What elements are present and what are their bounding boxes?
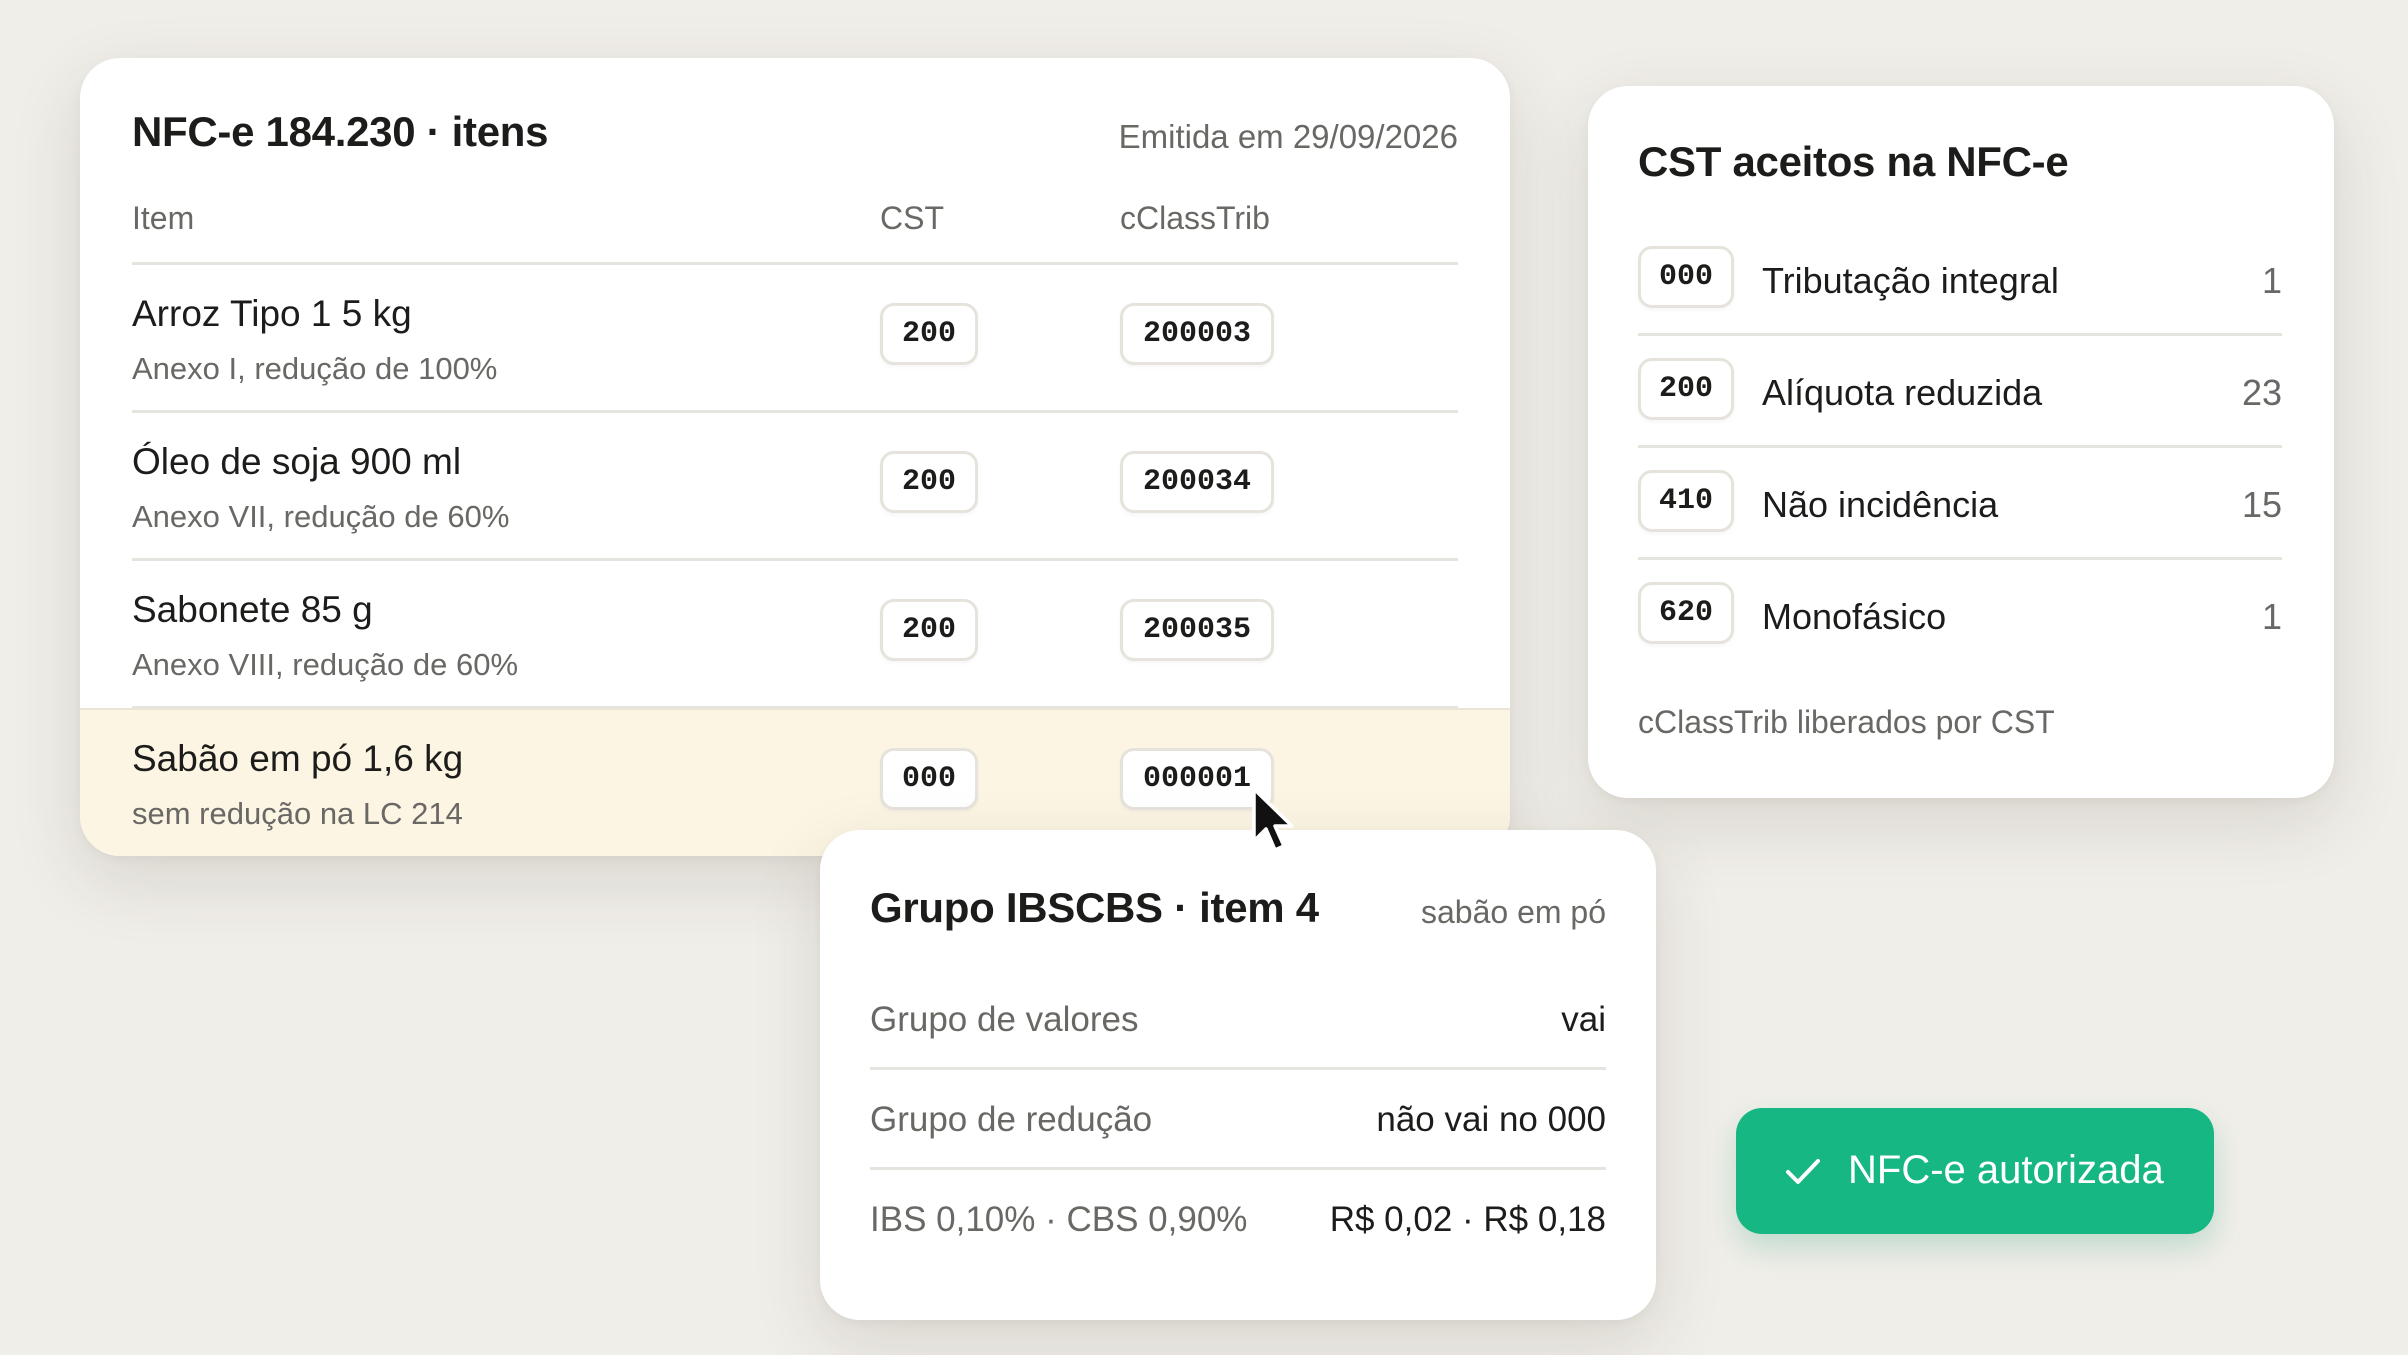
emitted-date: Emitida em 29/09/2026 [1118,118,1458,155]
detail-value: R$ 0,02 · R$ 0,18 [1329,1200,1606,1239]
item-row[interactable]: Sabonete 85 g Anexo VIII, redução de 60%… [80,561,1510,709]
item-description: sem redução na LC 214 [132,796,463,831]
cclasstrib-badge: 200003 [1120,303,1274,365]
cst-accepted-card: CST aceitos na NFC-e 000 Tributação inte… [1588,86,2334,798]
item-description: Anexo VIII, redução de 60% [132,647,519,682]
column-header-cclasstrib: cClassTrib [1120,200,1270,236]
item-description: Anexo VII, redução de 60% [132,499,510,534]
item-row[interactable]: Óleo de soja 900 ml Anexo VII, redução d… [80,413,1510,561]
item-name: Óleo de soja 900 ml [132,441,462,482]
item-description: Anexo I, redução de 100% [132,351,498,386]
cst-card-title: CST aceitos na NFC-e [1638,138,2069,185]
cst-code-badge: 620 [1638,582,1734,644]
cst-count: 1 [2261,596,2282,637]
detail-value: vai [1561,1000,1606,1039]
cst-badge: 200 [880,599,978,661]
nfce-items-card: NFC-e 184.230 · itens Emitida em 29/09/2… [80,58,1510,856]
nfce-authorized-button[interactable]: NFC-e autorizada [1736,1108,2214,1234]
cst-list-item[interactable]: 000 Tributação integral 1 [1638,224,2282,336]
column-header-item: Item [132,200,195,236]
cst-code-badge: 000 [1638,246,1734,308]
check-icon [1786,1159,1820,1184]
cst-badge: 000 [880,748,978,810]
item-row[interactable]: Arroz Tipo 1 5 kg Anexo I, redução de 10… [80,265,1510,413]
cclasstrib-badge: 200034 [1120,451,1274,513]
ibscbs-detail-row: Grupo de valores vai [870,970,1606,1070]
ibscbs-card-title: Grupo IBSCBS · item 4 [870,884,1319,931]
cst-count: 1 [2261,260,2282,301]
highlight-border [80,708,1510,710]
item-name: Sabão em pó 1,6 kg [132,738,464,779]
cursor-arrow-icon [1252,787,1294,852]
cst-label: Não incidência [1762,484,1999,525]
detail-value: não vai no 000 [1376,1100,1606,1139]
ibscbs-detail-row: IBS 0,10% · CBS 0,90% R$ 0,02 · R$ 0,18 [870,1170,1606,1270]
cst-label: Tributação integral [1762,260,2059,301]
item-name: Arroz Tipo 1 5 kg [132,293,412,334]
cst-footnote: cClassTrib liberados por CST [1638,704,2055,740]
cclasstrib-badge: 200035 [1120,599,1274,661]
cst-count: 23 [2241,372,2282,413]
cst-count: 15 [2241,484,2282,525]
cst-code-badge: 200 [1638,358,1734,420]
item-name: Sabonete 85 g [132,589,373,630]
ibscbs-group-card: Grupo IBSCBS · item 4 sabão em pó Grupo … [820,830,1656,1320]
cst-list-item[interactable]: 200 Alíquota reduzida 23 [1638,336,2282,448]
detail-label: Grupo de redução [870,1100,1153,1139]
cst-badge: 200 [880,451,978,513]
cst-badge: 200 [880,303,978,365]
cst-list-item[interactable]: 620 Monofásico 1 [1638,560,2282,672]
column-header-cst: CST [880,200,944,236]
ibscbs-detail-row: Grupo de redução não vai no 000 [870,1070,1606,1170]
ibscbs-card-subtitle: sabão em pó [1420,894,1606,930]
items-card-title: NFC-e 184.230 · itens [132,108,549,155]
cst-list-item[interactable]: 410 Não incidência 15 [1638,448,2282,560]
cst-label: Alíquota reduzida [1762,372,2043,413]
detail-label: Grupo de valores [870,1000,1139,1039]
status-label: NFC-e autorizada [1848,1148,2164,1192]
cst-label: Monofásico [1762,596,1947,637]
detail-label: IBS 0,10% · CBS 0,90% [870,1200,1248,1239]
cst-code-badge: 410 [1638,470,1734,532]
